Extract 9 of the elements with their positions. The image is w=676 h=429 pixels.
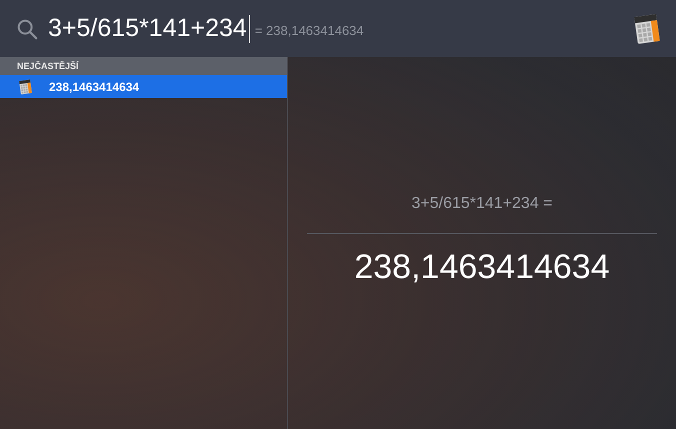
result-text: 238,1463414634 bbox=[354, 248, 610, 287]
completion-hint: = 238,1463414634 bbox=[254, 23, 364, 38]
section-header: NEJČASTĚJŠÍ bbox=[0, 57, 287, 75]
expression-text: 3+5/615*141+234 = bbox=[411, 195, 553, 213]
result-item[interactable]: 238,1463414634 bbox=[0, 75, 287, 98]
search-field[interactable]: 3+5/615*141+234 bbox=[48, 14, 247, 43]
result-label: 238,1463414634 bbox=[49, 80, 140, 94]
search-icon bbox=[16, 18, 38, 40]
calculator-icon bbox=[18, 78, 33, 94]
